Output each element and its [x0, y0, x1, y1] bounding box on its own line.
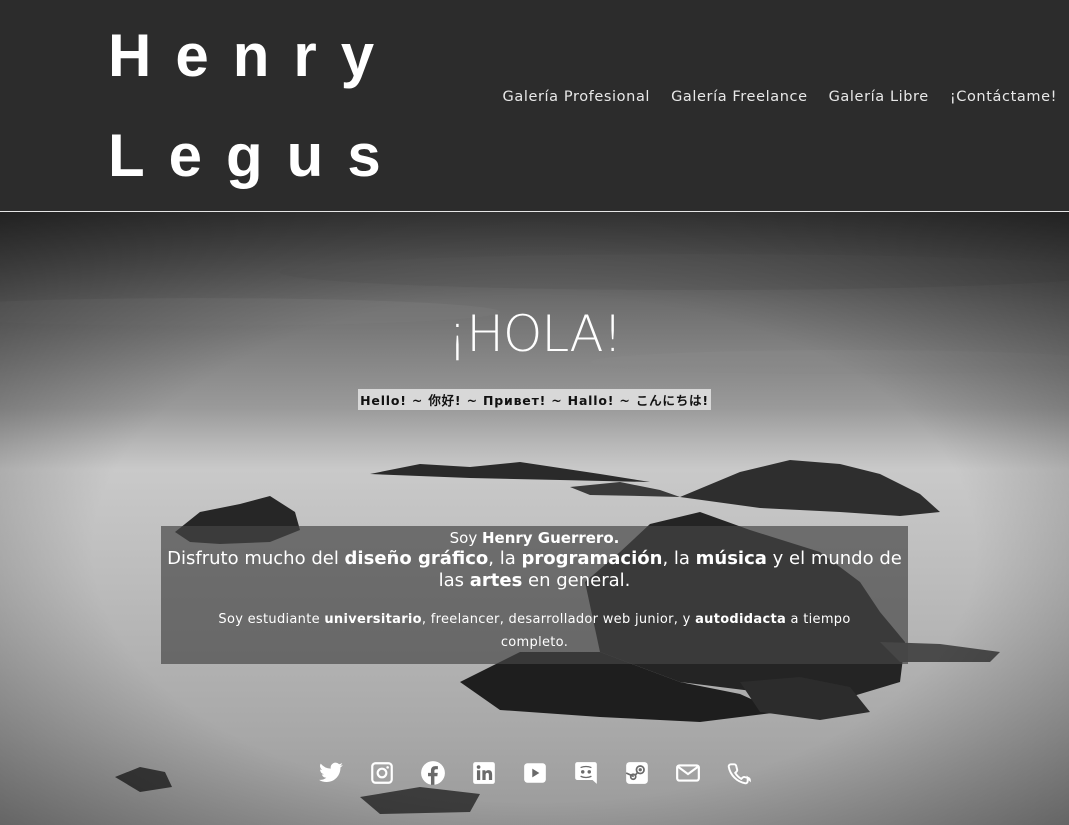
hero-title: ¡HOLA!	[447, 305, 622, 363]
twitter-icon[interactable]	[318, 760, 344, 786]
logo-line1: Henry	[108, 22, 399, 89]
site-header: Henry Legus Galería Profesional Galería …	[0, 0, 1069, 211]
instagram-icon[interactable]	[369, 760, 395, 786]
facebook-icon[interactable]	[420, 760, 446, 786]
logo-line2: Legus	[108, 122, 405, 189]
greetings-banner: Hello! ~ 你好! ~ Привет! ~ Hallo! ~ こんにちは!	[358, 389, 711, 410]
logo[interactable]: Henry Legus	[108, 6, 405, 206]
linkedin-icon[interactable]	[471, 760, 497, 786]
nav-galeria-profesional[interactable]: Galería Profesional	[503, 89, 651, 105]
youtube-icon[interactable]	[522, 760, 548, 786]
social-links	[0, 760, 1069, 786]
nav-contactame[interactable]: ¡Contáctame!	[950, 89, 1057, 105]
phone-icon[interactable]	[726, 760, 752, 786]
bio-box: Soy Henry Guerrero. Disfruto mucho del d…	[161, 526, 908, 664]
bio-intro: Soy Henry Guerrero.	[449, 529, 620, 547]
main-nav: Galería Profesional Galería Freelance Ga…	[482, 89, 1057, 105]
bio-occupation: Soy estudiante universitario, freelancer…	[218, 612, 851, 650]
discord-icon[interactable]	[573, 760, 599, 786]
bio-interests: Disfruto mucho del diseño gráfico, la pr…	[167, 548, 902, 591]
mail-icon[interactable]	[675, 760, 701, 786]
steam-icon[interactable]	[624, 760, 650, 786]
nav-galeria-freelance[interactable]: Galería Freelance	[671, 89, 808, 105]
hero-background-image	[0, 212, 1069, 825]
hero-section: ¡HOLA! Hello! ~ 你好! ~ Привет! ~ Hallo! ~…	[0, 212, 1069, 825]
nav-galeria-libre[interactable]: Galería Libre	[829, 89, 929, 105]
